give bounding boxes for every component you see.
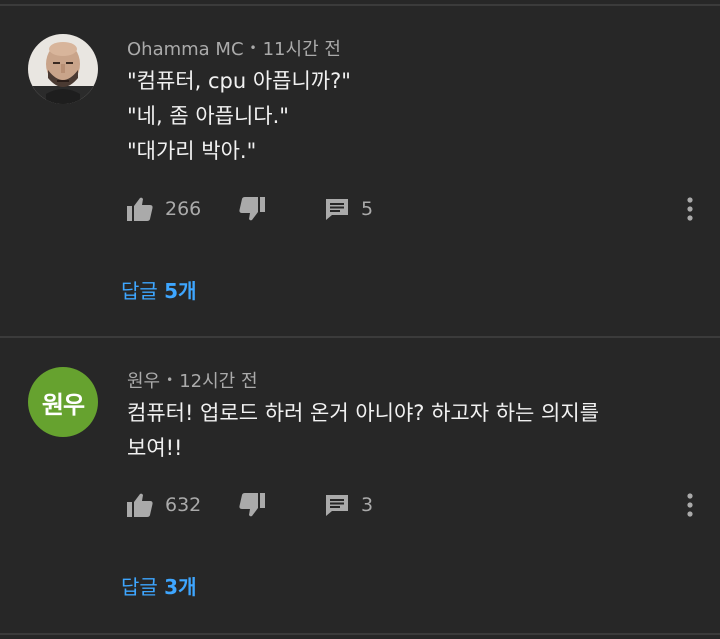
replies-count: 3개 xyxy=(164,575,197,599)
avatar-initials: 원우 xyxy=(41,390,85,419)
like-button[interactable]: 632 xyxy=(127,490,201,520)
author-name[interactable]: Ohamma MC xyxy=(127,39,244,60)
more-options-button[interactable] xyxy=(676,490,704,520)
comment-meta: 원우 • 12시간 전 xyxy=(127,367,258,393)
avatar[interactable]: 원우 xyxy=(28,367,98,437)
thumbs-down-icon xyxy=(239,493,265,517)
dislike-button[interactable] xyxy=(239,194,265,224)
comment-divider xyxy=(0,336,720,338)
bottom-divider xyxy=(0,633,720,635)
top-divider xyxy=(0,4,720,6)
reply-count: 3 xyxy=(361,494,374,516)
thumbs-up-icon xyxy=(127,197,153,221)
meta-separator: • xyxy=(249,41,257,55)
comment-line: 보여!! xyxy=(127,436,183,460)
reply-button[interactable]: 5 xyxy=(325,194,373,224)
bald-bearded-man-avatar-icon xyxy=(28,34,98,104)
view-replies-link[interactable]: 답글 5개 xyxy=(121,275,197,304)
thumbs-down-icon xyxy=(239,197,265,221)
comment-time[interactable]: 11시간 전 xyxy=(263,39,341,60)
comment-icon xyxy=(326,199,348,220)
view-replies-link[interactable]: 답글 3개 xyxy=(121,571,197,600)
thumbs-up-icon xyxy=(127,493,153,517)
replies-label: 답글 xyxy=(121,575,158,599)
avatar[interactable] xyxy=(28,34,98,104)
like-count: 632 xyxy=(165,494,202,516)
comment-time[interactable]: 12시간 전 xyxy=(179,371,257,392)
comment-actions: 632 3 xyxy=(127,490,687,520)
more-options-button[interactable] xyxy=(676,194,704,224)
replies-label: 답글 xyxy=(121,279,158,303)
comment-meta: Ohamma MC • 11시간 전 xyxy=(127,35,341,61)
comment-line: "네, 좀 아픕니다." xyxy=(127,104,289,128)
comment-icon xyxy=(326,495,348,516)
author-name[interactable]: 원우 xyxy=(127,371,160,392)
like-button[interactable]: 266 xyxy=(127,194,201,224)
dislike-button[interactable] xyxy=(239,490,265,520)
reply-button[interactable]: 3 xyxy=(325,490,373,520)
comment-actions: 266 5 xyxy=(127,194,687,224)
comment-text: "컴퓨터, cpu 아픕니까?" "네, 좀 아픕니다." "대가리 박아." xyxy=(127,64,667,169)
replies-count: 5개 xyxy=(164,279,197,303)
comment-line: "컴퓨터, cpu 아픕니까?" xyxy=(127,69,351,93)
comment-line: 컴퓨터! 업로드 하러 온거 아니야? 하고자 하는 의지를 xyxy=(127,401,600,425)
comment-line: "대가리 박아." xyxy=(127,139,257,163)
reply-count: 5 xyxy=(361,198,374,220)
like-count: 266 xyxy=(165,198,202,220)
more-vertical-icon xyxy=(687,197,693,221)
comment-text: 컴퓨터! 업로드 하러 온거 아니야? 하고자 하는 의지를 보여!! xyxy=(127,396,667,466)
more-vertical-icon xyxy=(687,493,693,517)
meta-separator: • xyxy=(166,373,174,387)
